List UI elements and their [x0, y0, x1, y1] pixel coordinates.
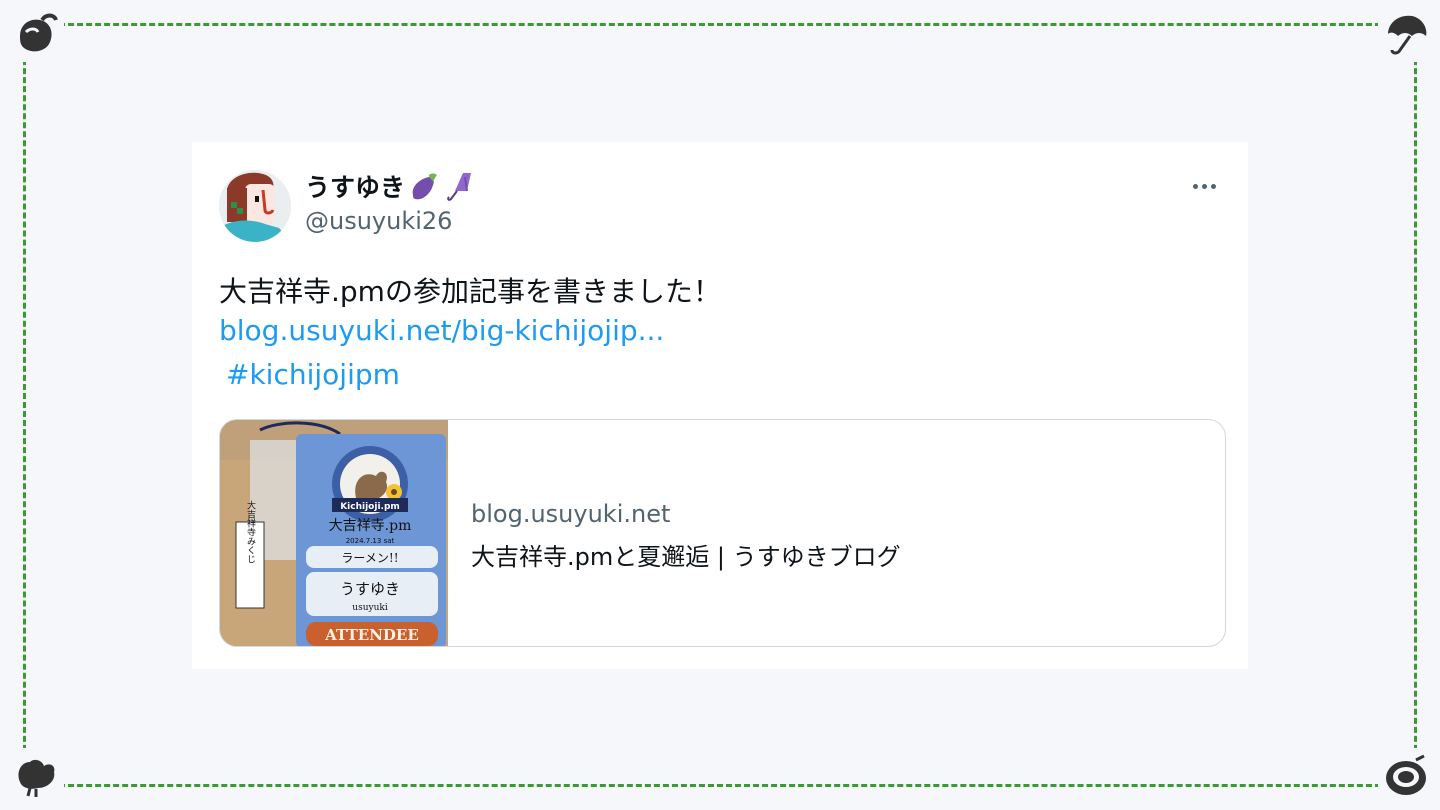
umbrella-icon [443, 169, 477, 203]
link-preview-domain: blog.usuyuki.net [471, 500, 671, 528]
bird-icon [8, 748, 64, 804]
badge-name-roman: usuyuki [352, 603, 388, 613]
tweet-link[interactable]: blog.usuyuki.net/big-kichijojip... [219, 314, 664, 347]
plate-icon [1378, 748, 1434, 804]
badge-date: 2024.7.13 sat [346, 537, 395, 545]
link-preview-image: 大吉祥寺みくじ Kichijoji.pm 大吉祥寺.pm 2024.7.13 s… [220, 420, 448, 646]
link-preview-title: 大吉祥寺.pmと夏邂逅 | うすゆきブログ [471, 543, 901, 571]
badge-food: ラーメン!! [341, 551, 398, 565]
tweet-text: 大吉祥寺.pmの参加記事を書きました！ [219, 275, 721, 308]
avatar[interactable] [219, 170, 291, 242]
badge-name-kana: うすゆき [340, 580, 400, 598]
slip-text: 大吉祥寺みくじ [245, 499, 256, 563]
badge-brand: Kichijoji.pm [340, 502, 400, 512]
badge-event: 大吉祥寺.pm [329, 518, 412, 534]
tweet-card: うすゆき @usuyuki26 大吉祥寺.pmの参加記事を書きました！ blog… [192, 142, 1248, 669]
author-handle[interactable]: @usuyuki26 [305, 207, 452, 235]
eggplant-icon [407, 169, 441, 203]
badge-role: ATTENDEE [324, 626, 419, 644]
more-options-icon[interactable] [1184, 178, 1224, 194]
link-preview-card[interactable]: 大吉祥寺みくじ Kichijoji.pm 大吉祥寺.pm 2024.7.13 s… [219, 419, 1226, 647]
umbrella-icon [1378, 6, 1434, 62]
tweet-hashtag[interactable]: #kichijojipm [226, 358, 400, 391]
display-name[interactable]: うすゆき [305, 168, 405, 204]
author-name-row: うすゆき [305, 169, 477, 203]
teapot-icon [8, 6, 64, 62]
